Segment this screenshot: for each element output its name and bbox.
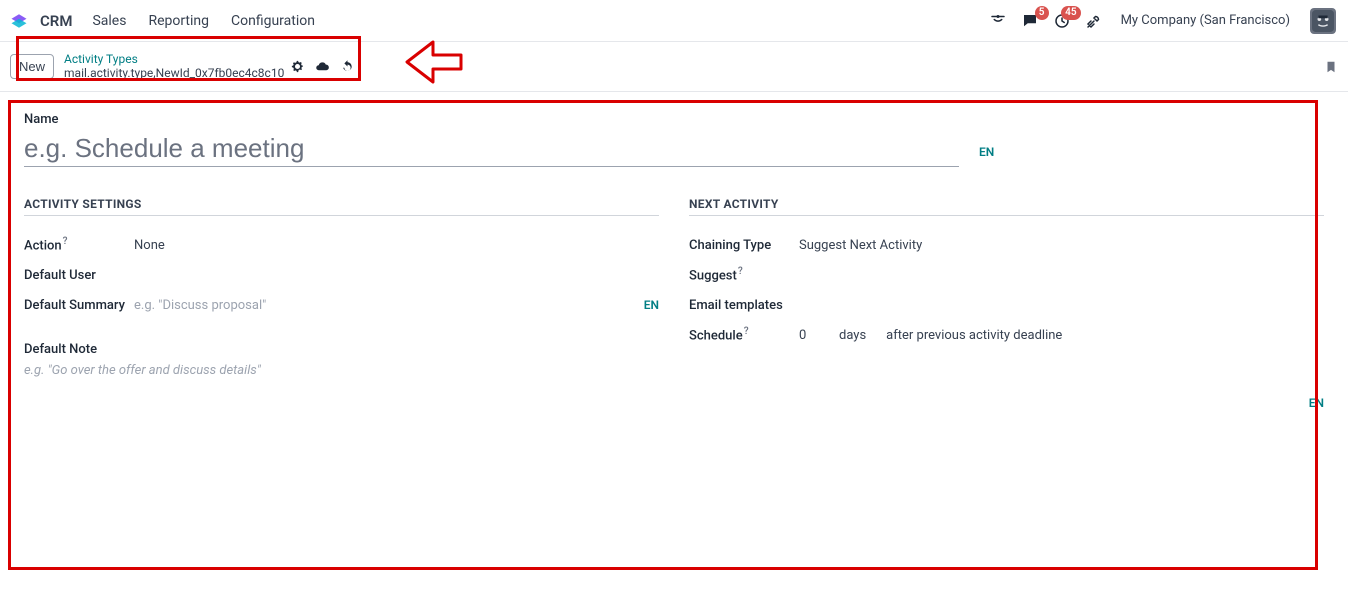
activity-clock-icon[interactable]: 45 [1053, 12, 1071, 30]
top-nav: CRM Sales Reporting Configuration 5 45 M… [0, 0, 1348, 42]
help-icon[interactable]: ? [738, 266, 743, 277]
default-summary-label: Default Summary [24, 298, 134, 313]
bookmark-icon[interactable] [1324, 58, 1338, 76]
summary-lang-tag[interactable]: EN [644, 298, 659, 312]
default-note-field[interactable]: e.g. "Go over the offer and discuss deta… [24, 363, 659, 378]
new-button[interactable]: New [10, 54, 54, 79]
chat-badge: 5 [1035, 6, 1049, 20]
undo-icon[interactable] [340, 59, 355, 74]
user-avatar[interactable] [1310, 8, 1336, 34]
schedule-number-field[interactable]: 0 [799, 328, 819, 343]
action-label: Action? [24, 236, 134, 253]
schedule-unit-field[interactable]: days [839, 328, 866, 343]
schedule-label: Schedule? [689, 326, 799, 343]
app-name[interactable]: CRM [40, 12, 72, 30]
menu-reporting[interactable]: Reporting [148, 13, 209, 29]
help-icon[interactable]: ? [63, 236, 68, 247]
activity-settings-title: ACTIVITY SETTINGS [24, 197, 659, 216]
breadcrumb-bar: New Activity Types mail.activity.type,Ne… [0, 42, 1348, 92]
menu-configuration[interactable]: Configuration [231, 13, 315, 29]
name-input[interactable] [24, 131, 959, 167]
app-logo-icon[interactable] [10, 12, 28, 30]
default-note-label: Default Note [24, 342, 659, 357]
chaining-type-label: Chaining Type [689, 238, 799, 253]
default-summary-field[interactable]: e.g. "Discuss proposal" [134, 298, 266, 313]
cloud-icon[interactable] [315, 59, 330, 74]
help-icon[interactable]: ? [744, 326, 749, 337]
phone-icon[interactable] [989, 12, 1007, 30]
form-sheet: Name EN ACTIVITY SETTINGS Action? None D… [0, 92, 1348, 420]
company-selector[interactable]: My Company (San Francisco) [1121, 13, 1290, 28]
suggest-label: Suggest? [689, 266, 799, 283]
note-lang-tag[interactable]: EN [689, 396, 1324, 410]
activity-badge: 45 [1061, 6, 1080, 20]
next-activity-title: NEXT ACTIVITY [689, 197, 1324, 216]
next-activity-section: NEXT ACTIVITY Chaining Type Suggest Next… [689, 197, 1324, 410]
gear-icon[interactable] [290, 59, 305, 74]
action-field[interactable]: None [134, 238, 165, 253]
activity-settings-section: ACTIVITY SETTINGS Action? None Default U… [24, 197, 659, 410]
chat-icon[interactable]: 5 [1021, 12, 1039, 30]
schedule-after-text: after previous activity deadline [886, 328, 1062, 343]
menu-sales[interactable]: Sales [92, 13, 126, 29]
chaining-type-field[interactable]: Suggest Next Activity [799, 238, 922, 253]
name-label: Name [24, 112, 1324, 127]
name-lang-tag[interactable]: EN [979, 145, 994, 167]
default-user-label: Default User [24, 268, 134, 283]
tools-icon[interactable] [1085, 12, 1103, 30]
breadcrumb-record: mail.activity.type,NewId_0x7fb0ec4c8c10 [64, 67, 284, 81]
breadcrumb-title[interactable]: Activity Types [64, 53, 284, 67]
email-templates-label: Email templates [689, 298, 799, 313]
